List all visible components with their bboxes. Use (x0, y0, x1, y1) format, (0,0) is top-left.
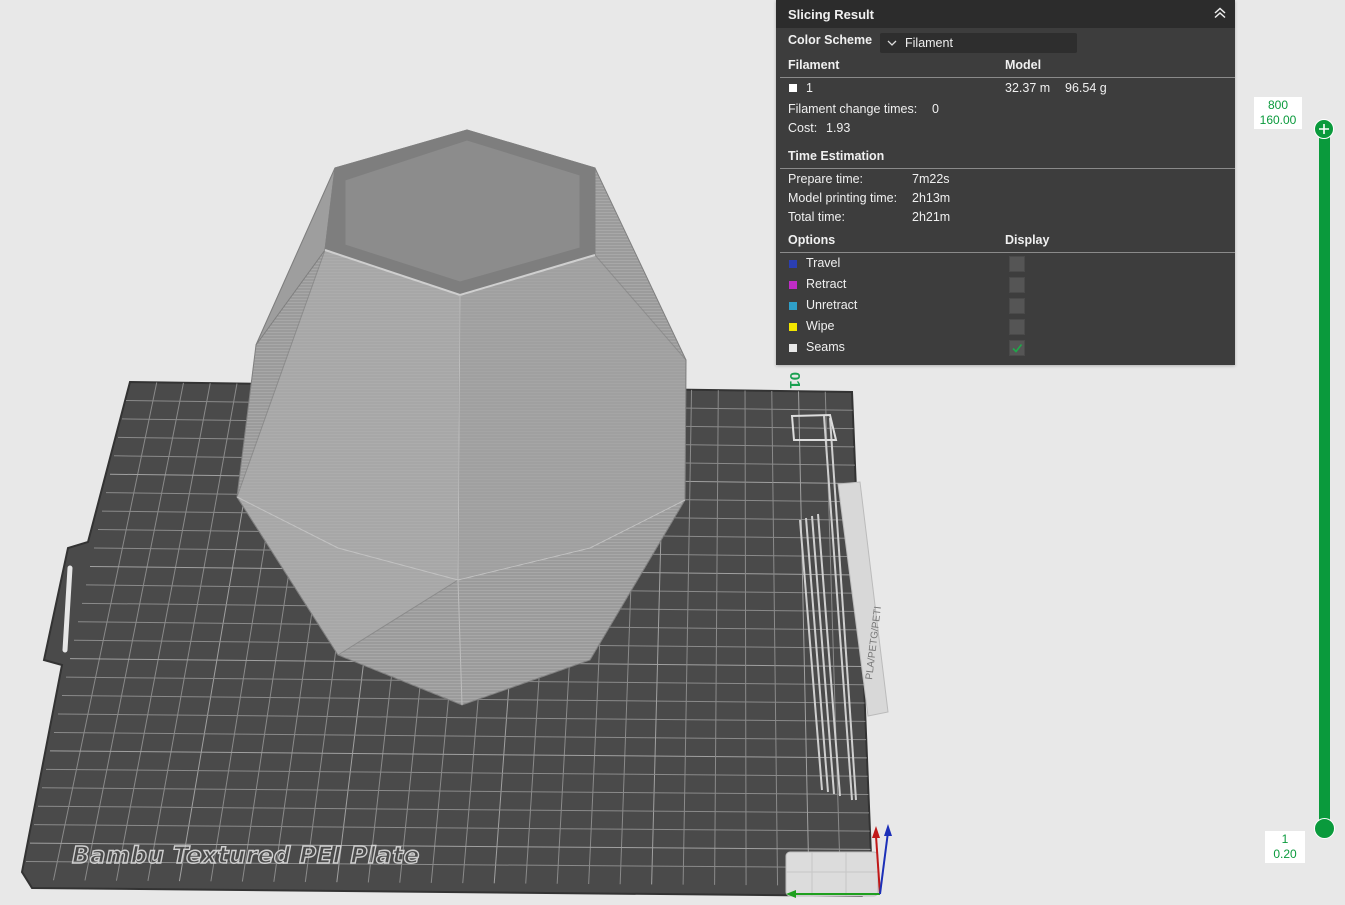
collapse-icon[interactable] (1211, 4, 1229, 22)
seams-color-swatch (789, 344, 797, 352)
bottom-layer-number: 1 (1281, 832, 1289, 846)
total-time-value: 2h21m (912, 210, 951, 224)
top-layer-number: 800 (1267, 98, 1289, 112)
plus-icon (1319, 124, 1329, 134)
option-label: Unretract (806, 298, 858, 312)
filament-weight: 96.54 g (1065, 81, 1107, 95)
check-icon (1012, 344, 1023, 353)
model-printing-time-value: 2h13m (912, 191, 951, 205)
top-layer-label: 800 160.00 (1254, 97, 1302, 129)
total-time-label: Total time: (788, 210, 845, 224)
filament-color-swatch (789, 84, 797, 92)
filament-change-value: 0 (932, 102, 939, 116)
option-label: Retract (806, 277, 847, 291)
bottom-slider-handle[interactable] (1314, 818, 1335, 839)
retract-color-swatch (789, 281, 797, 289)
option-label: Wipe (806, 319, 835, 333)
panel-title: Slicing Result (788, 7, 874, 22)
wipe-display-checkbox[interactable] (1009, 319, 1025, 335)
divider (780, 77, 1235, 78)
divider (780, 168, 1235, 169)
display-header: Display (1005, 233, 1050, 247)
model-printing-time-label: Model printing time: (788, 191, 898, 205)
wipe-color-swatch (789, 323, 797, 331)
option-label: Seams (806, 340, 845, 354)
filament-header: Filament (788, 58, 840, 72)
chevron-down-icon (886, 37, 898, 49)
top-layer-height: 160.00 (1259, 113, 1297, 127)
unretract-display-checkbox[interactable] (1009, 298, 1025, 314)
model-header: Model (1005, 58, 1042, 72)
plate-number: 01 (786, 372, 803, 389)
seams-display-checkbox[interactable] (1009, 340, 1025, 356)
retract-display-checkbox[interactable] (1009, 277, 1025, 293)
plate-label: Bambu Textured PEI Plate (72, 843, 420, 869)
panel-header: Slicing Result (776, 0, 1235, 28)
color-scheme-label: Color Scheme (788, 33, 873, 47)
bottom-layer-height: 0.20 (1273, 847, 1297, 861)
time-estimation-header: Time Estimation (788, 149, 885, 163)
prepare-time-label: Prepare time: (788, 172, 864, 186)
top-slider-handle[interactable] (1314, 119, 1334, 139)
filament-change-label: Filament change times: (788, 102, 918, 116)
cost-label: Cost: (788, 121, 818, 135)
layer-slider-track[interactable] (1319, 130, 1330, 830)
color-scheme-dropdown[interactable]: Filament (880, 33, 1077, 53)
prepare-time-value: 7m22s (912, 172, 950, 186)
unretract-color-swatch (789, 302, 797, 310)
filament-length: 32.37 m (1005, 81, 1051, 95)
slicing-result-panel: Slicing Result Color Scheme Filament Fil… (776, 0, 1235, 365)
options-header: Options (788, 233, 836, 247)
travel-color-swatch (789, 260, 797, 268)
origin-block (785, 851, 879, 897)
filament-id: 1 (806, 81, 813, 95)
divider (780, 252, 1235, 253)
cost-value: 1.93 (826, 121, 851, 135)
travel-display-checkbox[interactable] (1009, 256, 1025, 272)
option-label: Travel (806, 256, 841, 270)
color-scheme-value: Filament (905, 36, 953, 50)
bottom-layer-label: 1 0.20 (1265, 831, 1305, 863)
